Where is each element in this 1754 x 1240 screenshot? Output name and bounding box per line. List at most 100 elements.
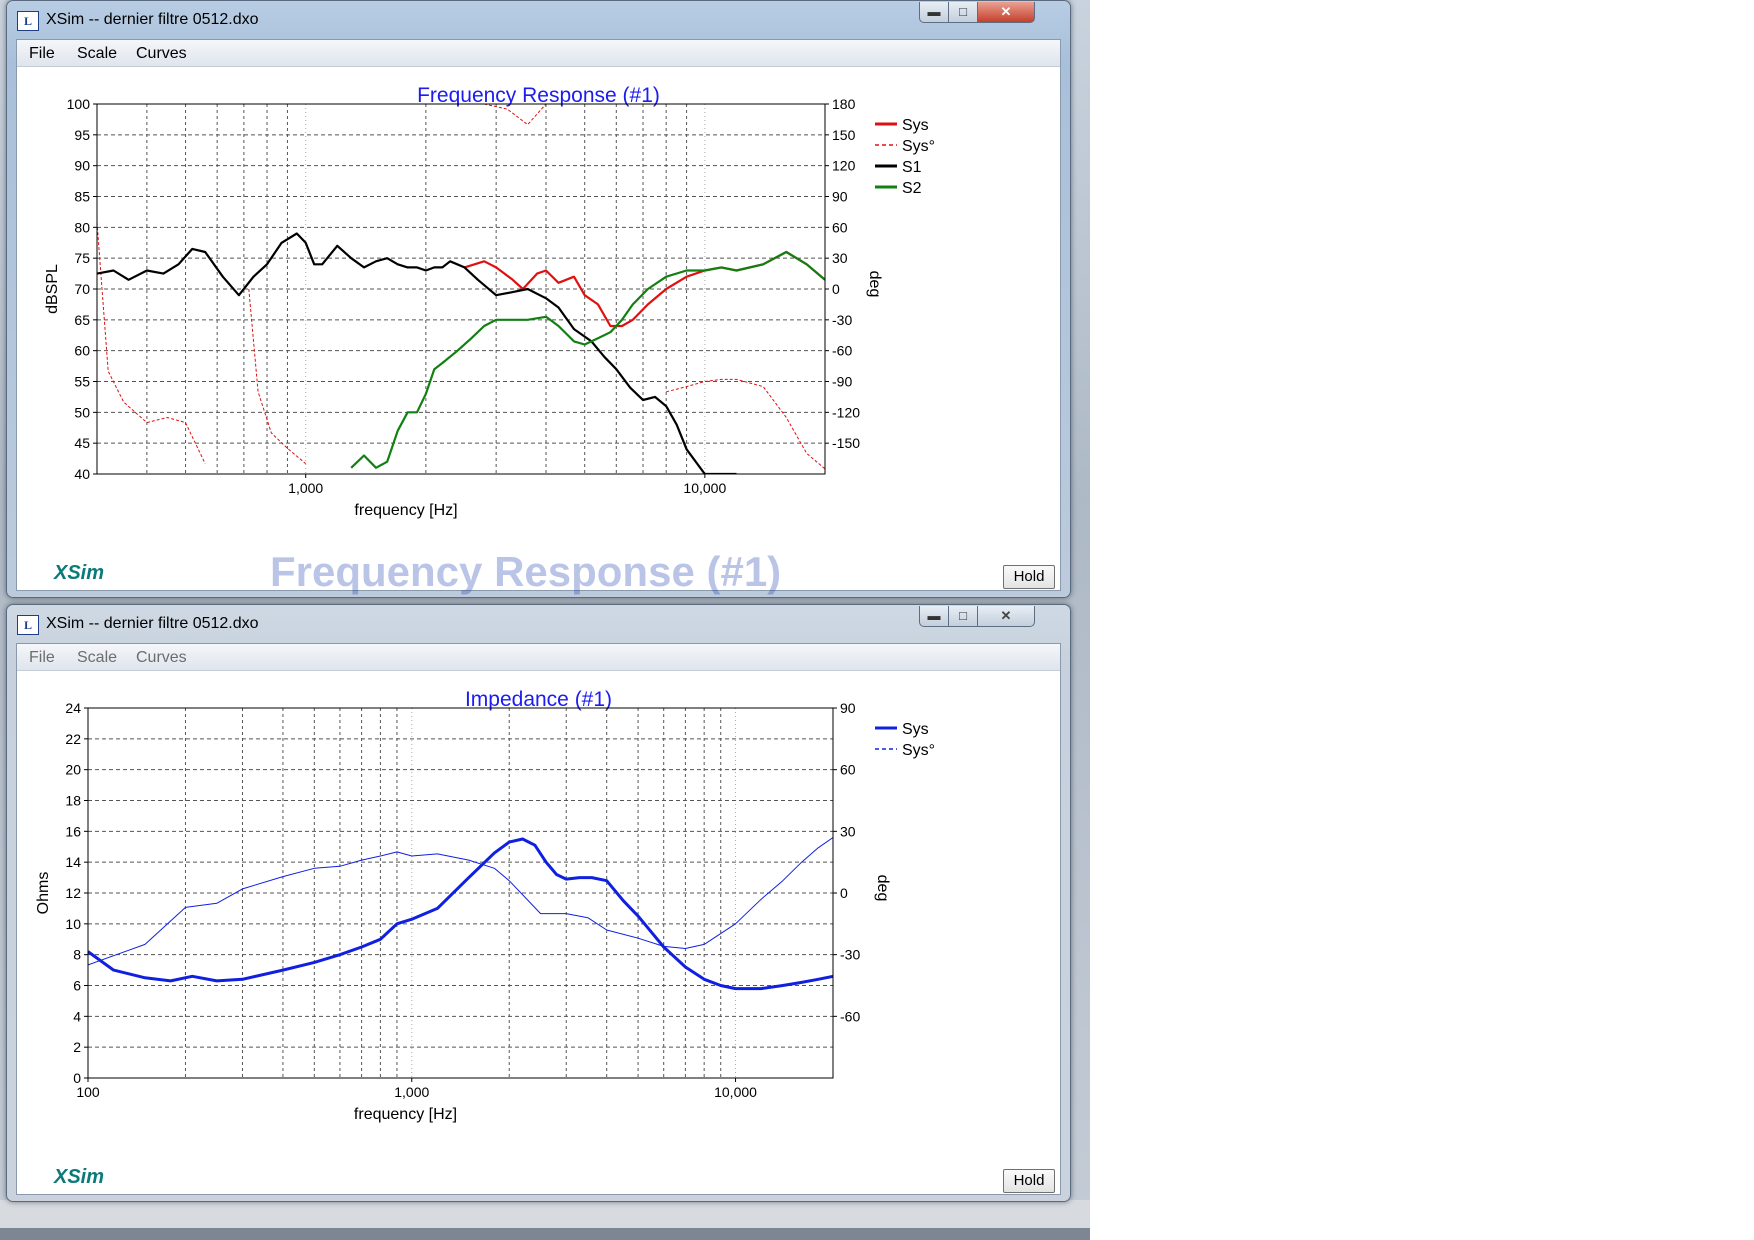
maximize-button[interactable]: □	[948, 2, 978, 23]
frequency-response-window[interactable]: L XSim -- dernier filtre 0512.dxo ▬ □ ✕ …	[6, 0, 1071, 598]
title-bar[interactable]: L XSim -- dernier filtre 0512.dxo ▬ □ ✕	[7, 1, 1070, 39]
series-line-sys-phase	[484, 104, 547, 126]
y-tick-label: 90	[74, 158, 90, 174]
y-tick-label: 60	[74, 343, 90, 359]
legend-label: Sys	[902, 117, 929, 134]
chart-client-area: File Scale Curves Impedance (#1) 24 22 20 1…	[16, 643, 1061, 1195]
minimize-button[interactable]: ▬	[919, 2, 949, 23]
series-line-sys	[88, 837, 833, 991]
y-tick-label: 10	[65, 916, 81, 932]
series-line-sys-phase	[248, 288, 307, 465]
y2-tick-label: 180	[832, 96, 856, 112]
y-axis-label: dBSPL	[44, 264, 61, 314]
y-tick-label: 65	[74, 312, 90, 328]
y2-tick-label: 120	[832, 158, 856, 174]
y-tick-label: 16	[65, 823, 81, 839]
close-button[interactable]: ✕	[977, 2, 1035, 23]
x-axis-label: frequency [Hz]	[354, 502, 457, 519]
y2-tick-label: -120	[832, 404, 860, 420]
y-tick-label: 2	[73, 1039, 81, 1055]
y2-tick-label: 0	[832, 281, 840, 297]
taskbar-edge	[0, 1228, 1090, 1240]
y2-tick-label: 30	[832, 250, 848, 266]
y-tick-label: 45	[74, 435, 90, 451]
x-tick-label: 1,000	[394, 1084, 429, 1100]
maximize-button[interactable]: □	[948, 606, 978, 627]
y2-tick-label: 90	[832, 189, 848, 205]
y-tick-label: 75	[74, 250, 90, 266]
xsim-app-icon[interactable]: L	[17, 615, 39, 635]
y-tick-label: 95	[74, 127, 90, 143]
y2-tick-label: -30	[840, 947, 860, 963]
chart-client-area: File Scale Curves Frequency Response (#1…	[16, 39, 1061, 591]
xsim-logo: XSim	[54, 562, 105, 584]
window-title: XSim -- dernier filtre 0512.dxo	[46, 11, 259, 28]
legend: Sys Sys°	[875, 721, 935, 759]
y-tick-label: 100	[67, 96, 91, 112]
y2-tick-label: 60	[840, 762, 856, 778]
y-axis-ticks: 242220181614121086420	[65, 700, 88, 1086]
y-axis-ticks: 100 95 90 85 80 75 70 65 60 55 50 45 40	[67, 96, 97, 482]
y2-tick-label: -60	[840, 1008, 860, 1024]
x-tick-label: 100	[76, 1084, 100, 1100]
series-line-s2	[350, 250, 825, 469]
grid	[88, 708, 833, 1078]
ghost-title-artifact: Frequency Response (#1)	[270, 548, 782, 595]
y-tick-label: 12	[65, 885, 81, 901]
window-title: XSim -- dernier filtre 0512.dxo	[46, 615, 259, 632]
title-bar[interactable]: L XSim -- dernier filtre 0512.dxo ▬ □ ✕	[7, 605, 1070, 643]
y-tick-label: 6	[73, 978, 81, 994]
x-axis-ticks: 100 1,000 10,000	[76, 1078, 757, 1100]
y2-tick-label: -60	[832, 343, 852, 359]
legend-label: S2	[902, 180, 922, 197]
y2-axis-ticks: 90 60 30 0 -30 -60	[833, 700, 860, 1024]
y2-tick-label: 0	[840, 885, 848, 901]
xsim-logo: XSim	[54, 1166, 105, 1188]
legend-label: Sys	[902, 721, 929, 738]
y2-axis-ticks: 180 150 120 90 60 30 0 -30 -60 -90 -120 -150	[825, 96, 860, 451]
y2-tick-label: -150	[832, 435, 860, 451]
x-axis-label: frequency [Hz]	[354, 1106, 457, 1123]
legend-label: Sys°	[902, 742, 935, 759]
y-tick-label: 40	[74, 466, 90, 482]
y-tick-label: 18	[65, 793, 81, 809]
x-tick-label: 10,000	[714, 1084, 757, 1100]
legend: Sys Sys° S1 S2	[875, 117, 935, 197]
series-line-sys-phase	[88, 837, 833, 966]
y2-tick-label: -30	[832, 312, 852, 328]
y2-tick-label: 90	[840, 700, 856, 716]
y2-tick-label: 60	[832, 219, 848, 235]
y-tick-label: 14	[65, 854, 81, 870]
series-group	[88, 837, 833, 991]
y-tick-label: 20	[65, 762, 81, 778]
impedance-window[interactable]: L XSim -- dernier filtre 0512.dxo ▬ □ ✕ …	[6, 604, 1071, 1202]
x-axis-ticks: 1,000 10,000	[288, 474, 726, 496]
y-tick-label: 50	[74, 404, 90, 420]
y2-tick-label: 150	[832, 127, 856, 143]
x-tick-label: 1,000	[288, 480, 323, 496]
xsim-app-icon[interactable]: L	[17, 11, 39, 31]
y-tick-label: 55	[74, 374, 90, 390]
legend-label: Sys°	[902, 138, 935, 155]
close-button[interactable]: ✕	[977, 606, 1035, 627]
y-tick-label: 22	[65, 731, 81, 747]
y2-tick-label: 30	[840, 823, 856, 839]
impedance-chart[interactable]: 2422201816141210864209060300-30-60100 1,0…	[17, 644, 1060, 1194]
y-tick-label: 24	[65, 700, 81, 716]
y-tick-label: 80	[74, 219, 90, 235]
y-tick-label: 85	[74, 189, 90, 205]
y2-tick-label: -90	[832, 374, 852, 390]
hold-button[interactable]: Hold	[1003, 1169, 1055, 1193]
y2-axis-label: deg	[866, 271, 883, 298]
hold-button[interactable]: Hold	[1003, 565, 1055, 589]
y-tick-label: 8	[73, 947, 81, 963]
grid	[97, 104, 825, 474]
minimize-button[interactable]: ▬	[919, 606, 949, 627]
y-axis-label: Ohms	[35, 872, 52, 915]
y-tick-label: 70	[74, 281, 90, 297]
frequency-response-chart[interactable]: 100 95 90 85 80 75 70 65 60 55 50 45 40 180 150 120 90 60…	[17, 40, 1060, 590]
x-tick-label: 10,000	[683, 480, 726, 496]
legend-label: S1	[902, 159, 922, 176]
y2-axis-label: deg	[874, 875, 891, 902]
y-tick-label: 4	[73, 1008, 81, 1024]
